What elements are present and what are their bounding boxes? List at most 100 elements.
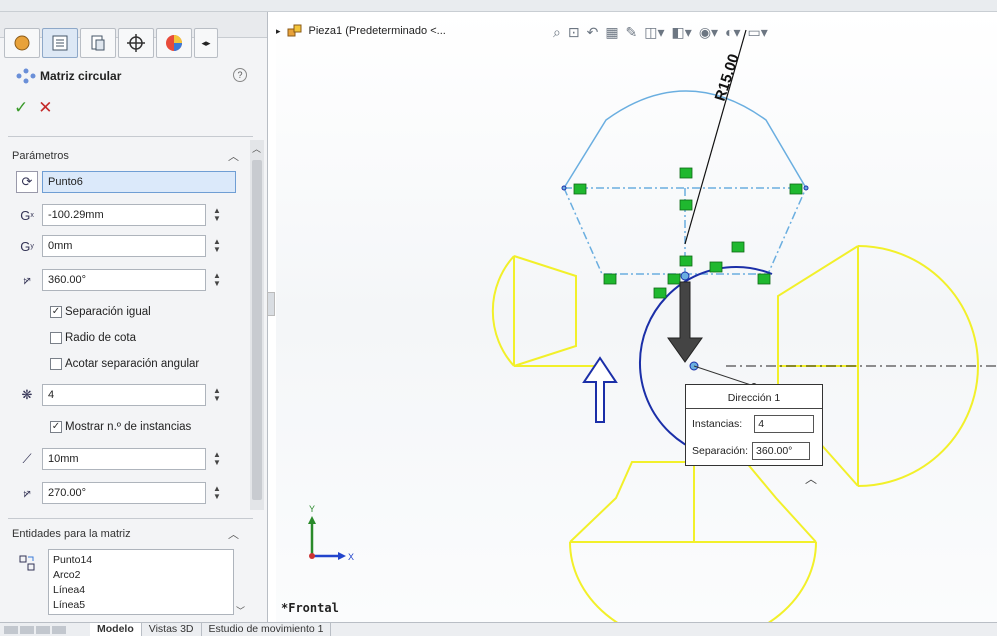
tab-nav-last-icon[interactable] bbox=[52, 626, 66, 634]
angle-row: ⦬ 360.00° ▲ ▼ bbox=[16, 268, 224, 292]
radius-spinner[interactable]: ▲ ▼ bbox=[210, 448, 224, 470]
dynamic-annotation-icon[interactable]: ✎ bbox=[626, 24, 638, 41]
edit-appearance-icon[interactable]: ◐▾ bbox=[725, 24, 740, 41]
entities-collapse-icon[interactable]: ︿ bbox=[228, 526, 239, 542]
view-settings-icon[interactable]: ▭▾ bbox=[748, 24, 768, 41]
tab-nav-next-icon[interactable] bbox=[36, 626, 50, 634]
instances-field[interactable]: 4 bbox=[42, 384, 206, 406]
part-icon bbox=[287, 24, 302, 37]
scrollbar-thumb[interactable] bbox=[252, 160, 262, 500]
view-orientation-icon[interactable]: ◫▾ bbox=[644, 24, 664, 41]
feature-title-text: Matriz circular bbox=[40, 69, 122, 83]
help-icon[interactable]: ? bbox=[233, 68, 247, 82]
equal-spacing-checkbox[interactable]: ✓ Separación igual bbox=[50, 306, 151, 318]
radius-row: ⟋ 10mm ▲ ▼ bbox=[16, 447, 224, 471]
relation-marker[interactable] bbox=[653, 287, 667, 299]
radius-field[interactable]: 10mm bbox=[42, 448, 206, 470]
show-instances-checkbox[interactable]: ✓ Mostrar n.º de instancias bbox=[50, 421, 191, 433]
instances-spinner[interactable]: ▲ ▼ bbox=[210, 384, 224, 406]
relation-marker[interactable] bbox=[603, 273, 617, 285]
original-sketch-outline bbox=[563, 90, 807, 275]
feature-tree-flyout[interactable]: ▸ Pieza1 (Predeterminado <... bbox=[276, 24, 446, 38]
feature-title: Matriz circular bbox=[14, 68, 121, 84]
tab-nav-first-icon[interactable] bbox=[4, 626, 18, 634]
callout-instances-label: Instancias: bbox=[692, 418, 743, 430]
tab-nav-prev-icon[interactable] bbox=[20, 626, 34, 634]
angle-icon: ⦬ bbox=[23, 272, 31, 287]
top-ruler-strip bbox=[0, 0, 997, 12]
display-manager-tab[interactable] bbox=[156, 28, 192, 58]
list-item[interactable]: Línea5 bbox=[53, 598, 229, 613]
list-scroll-down-icon[interactable]: ﹀ bbox=[236, 604, 245, 617]
tab-modelo[interactable]: Modelo bbox=[90, 623, 142, 636]
x-coordinate-field[interactable]: -100.29mm bbox=[42, 204, 206, 226]
y-spinner[interactable]: ▲ ▼ bbox=[210, 235, 224, 257]
radius-dimension-label[interactable]: R15.00 bbox=[712, 52, 743, 103]
list-item[interactable]: Línea4 bbox=[53, 583, 229, 598]
tab-scroll-arrows[interactable]: ◂▸ bbox=[194, 28, 218, 58]
section-view-icon[interactable]: ▦ bbox=[605, 24, 618, 41]
callout-spacing-field[interactable]: 360.00° bbox=[752, 442, 811, 460]
property-manager-tab[interactable] bbox=[42, 28, 78, 58]
callout-instances-field[interactable]: 4 bbox=[754, 415, 815, 433]
entities-icon bbox=[16, 552, 38, 574]
circular-pattern-icon bbox=[16, 68, 36, 84]
sketch-point[interactable] bbox=[680, 271, 690, 281]
relation-marker[interactable] bbox=[679, 255, 693, 267]
relation-marker[interactable] bbox=[667, 273, 681, 285]
hide-show-items-icon[interactable]: ◉▾ bbox=[699, 24, 718, 41]
dimxpert-manager-tab[interactable] bbox=[118, 28, 154, 58]
callout-collapse-icon[interactable]: ︿ bbox=[805, 470, 817, 487]
expand-arrow-icon[interactable]: ▸ bbox=[276, 26, 281, 37]
cancel-button[interactable]: ✕ bbox=[38, 98, 52, 118]
relation-marker[interactable] bbox=[731, 241, 745, 253]
part-name-label[interactable]: Pieza1 (Predeterminado <... bbox=[309, 25, 446, 37]
callout-title: Dirección 1 bbox=[686, 385, 822, 409]
angle-spinner[interactable]: ▲ ▼ bbox=[210, 269, 224, 291]
x-spinner[interactable]: ▲ ▼ bbox=[210, 204, 224, 226]
sketch-point[interactable] bbox=[803, 185, 809, 191]
scroll-up-icon[interactable]: ︿ bbox=[252, 142, 261, 155]
sketch-canvas[interactable]: R15.00 Y X bbox=[276, 12, 997, 622]
display-style-icon[interactable]: ◧▾ bbox=[672, 24, 692, 41]
direction-arrow-up-icon[interactable] bbox=[582, 356, 618, 423]
direction-arrow-down-icon[interactable] bbox=[667, 281, 703, 363]
feature-manager-tab[interactable] bbox=[4, 28, 40, 58]
x-coordinate-icon: Gx bbox=[20, 207, 34, 223]
show-instances-label: Mostrar n.º de instancias bbox=[65, 421, 192, 433]
previous-view-icon[interactable]: ↶ bbox=[587, 24, 599, 41]
list-item[interactable]: Punto14 bbox=[53, 553, 229, 568]
tab-scroll-icon: ◂▸ bbox=[201, 37, 211, 48]
relation-marker[interactable] bbox=[679, 167, 693, 179]
list-item[interactable]: Arco2 bbox=[53, 568, 229, 583]
panel-scrollbar[interactable]: ︿ bbox=[250, 140, 264, 510]
triad-x-arrow-icon bbox=[338, 552, 346, 560]
arc-angle-spinner[interactable]: ▲ ▼ bbox=[210, 482, 224, 504]
sketch-point[interactable] bbox=[561, 185, 567, 191]
relation-marker[interactable] bbox=[679, 199, 693, 211]
dimension-angular-checkbox[interactable]: Acotar separación angular bbox=[50, 358, 199, 370]
arc-angle-field[interactable]: 270.00° bbox=[42, 482, 206, 504]
relation-marker[interactable] bbox=[789, 183, 803, 195]
entities-list[interactable]: Punto14 Arco2 Línea4 Línea5 bbox=[48, 549, 234, 615]
tab-motion-study[interactable]: Estudio de movimiento 1 bbox=[202, 623, 332, 636]
angle-field[interactable]: 360.00° bbox=[42, 269, 206, 291]
checkbox-checked-icon: ✓ bbox=[50, 306, 62, 318]
left-instance-arc bbox=[491, 255, 515, 367]
callout-spacing-label: Separación: bbox=[692, 445, 749, 457]
tab-navigation[interactable] bbox=[0, 623, 90, 636]
zoom-to-area-icon[interactable]: ⊡ bbox=[568, 24, 580, 41]
panel-splitter-handle[interactable] bbox=[267, 292, 275, 316]
center-point-field[interactable]: Punto6 bbox=[42, 171, 236, 193]
y-coordinate-field[interactable]: 0mm bbox=[42, 235, 206, 257]
relation-marker[interactable] bbox=[757, 273, 771, 285]
tab-vistas-3d[interactable]: Vistas 3D bbox=[142, 623, 202, 636]
parameters-collapse-icon[interactable]: ︿ bbox=[228, 148, 239, 164]
ok-button[interactable]: ✓ bbox=[14, 98, 28, 118]
ok-cancel-bar: ✓ ✕ bbox=[14, 98, 53, 118]
relation-marker[interactable] bbox=[573, 183, 587, 195]
zoom-to-fit-icon[interactable]: ⌕ bbox=[553, 24, 561, 41]
dimension-radius-checkbox[interactable]: Radio de cota bbox=[50, 332, 136, 344]
configuration-manager-tab[interactable] bbox=[80, 28, 116, 58]
relation-marker[interactable] bbox=[709, 261, 723, 273]
